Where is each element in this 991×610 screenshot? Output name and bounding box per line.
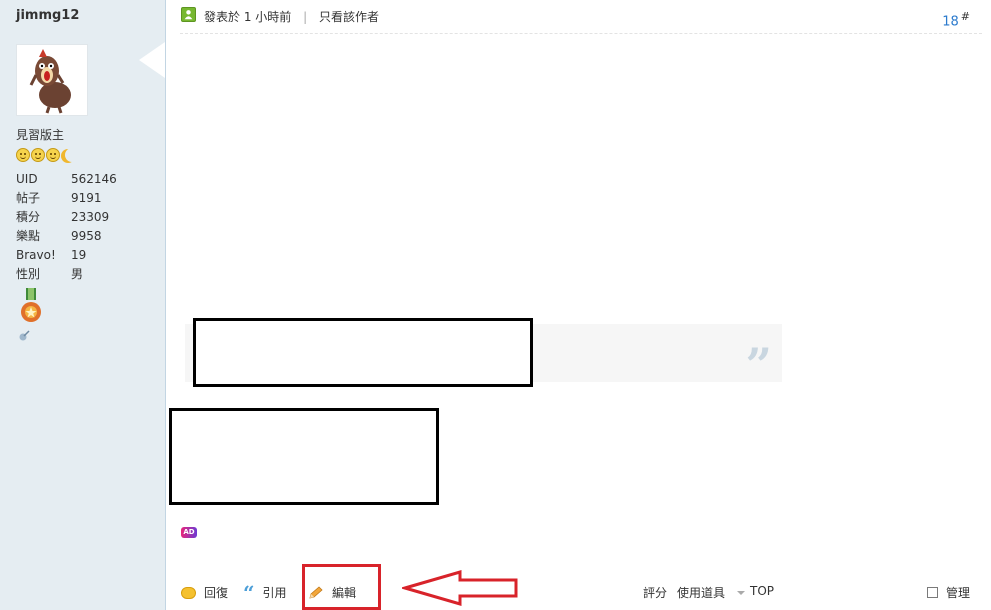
user-sidebar: jimmg12 見習版主 UID 562146 帖子 9191 積分 23309 樂點… — [0, 0, 166, 610]
red-arrow-icon — [402, 570, 518, 606]
floor-mark: # — [960, 10, 970, 23]
stat-value[interactable]: 23309 — [71, 208, 109, 227]
rate-button[interactable]: 評分 — [643, 584, 667, 601]
smile-icon — [31, 148, 45, 162]
ad-badge[interactable]: AD — [181, 527, 197, 538]
stat-posts: 帖子 9191 — [16, 189, 117, 208]
username-link[interactable]: jimmg12 — [16, 8, 79, 23]
stat-key: Bravo! — [16, 248, 56, 262]
quote-button[interactable]: “ 引用 — [243, 580, 287, 605]
manage-checkbox[interactable] — [927, 587, 938, 598]
user-stats: UID 562146 帖子 9191 積分 23309 樂點 9958 Bravo! 19… — [16, 170, 117, 284]
user-rank[interactable]: 見習版主 — [16, 126, 64, 143]
post-meta: 發表於 1 小時前 | 只看該作者 — [204, 8, 379, 25]
posted-label: 發表於 — [204, 10, 241, 24]
quote-label: 引用 — [262, 586, 287, 600]
stat-key: 帖子 — [16, 191, 41, 205]
manage-label: 管理 — [946, 586, 971, 600]
stat-key: UID — [16, 172, 38, 186]
stat-value: 19 — [71, 248, 87, 262]
stat-key: 性別 — [16, 267, 41, 281]
quote-close-icon: ” — [745, 338, 772, 392]
stat-uid: UID 562146 — [16, 170, 117, 189]
redacted-box — [169, 408, 439, 505]
author-only-link[interactable]: 只看該作者 — [319, 10, 379, 24]
stat-value: 男 — [71, 267, 84, 281]
edit-highlight-box — [302, 564, 381, 610]
avatar-image — [29, 49, 71, 114]
redacted-box — [193, 318, 533, 387]
magic-tool-icon[interactable] — [18, 330, 30, 342]
reply-label: 回復 — [204, 586, 229, 600]
stat-value[interactable]: 9191 — [71, 189, 102, 208]
post-header: 發表於 1 小時前 | 只看該作者 18 # — [180, 0, 982, 34]
quote-icon: “ — [243, 580, 255, 605]
speech-bubble-icon — [181, 586, 196, 599]
stat-key: 積分 — [16, 210, 41, 224]
use-tool-label: 使用道具 — [677, 586, 726, 600]
top-link[interactable]: TOP — [750, 584, 774, 598]
top-label: TOP — [750, 584, 775, 598]
chevron-down-icon — [737, 590, 746, 595]
stat-points: 樂點 9958 — [16, 227, 117, 246]
floor-value[interactable]: 18 — [942, 14, 959, 29]
avatar[interactable] — [16, 44, 88, 116]
rate-label: 評分 — [643, 586, 668, 600]
stat-gender: 性別 男 — [16, 265, 117, 284]
stat-value: 9958 — [71, 229, 102, 243]
medal-icon[interactable] — [18, 288, 44, 326]
sidebar-notch — [139, 42, 165, 78]
stat-credits: 積分 23309 — [16, 208, 117, 227]
post-time: 1 小時前 — [243, 10, 292, 24]
stat-bravo: Bravo! 19 — [16, 246, 117, 265]
reply-button[interactable]: 回復 — [181, 584, 228, 601]
manage-control[interactable]: 管理 — [927, 584, 970, 601]
use-tool-menu[interactable]: 使用道具 — [677, 584, 746, 601]
meta-separator: | — [303, 10, 308, 24]
floor-number[interactable]: 18 # — [942, 10, 970, 29]
smile-icon — [16, 148, 30, 162]
smile-icon — [46, 148, 60, 162]
rank-stars — [16, 148, 79, 162]
post-actions: 回復 “ 引用 編輯 評分 使用道具 TOP 管理 — [180, 575, 982, 610]
online-user-icon — [181, 7, 196, 22]
moon-icon — [65, 148, 79, 162]
stat-value[interactable]: 562146 — [71, 170, 117, 189]
stat-key: 樂點 — [16, 229, 41, 243]
